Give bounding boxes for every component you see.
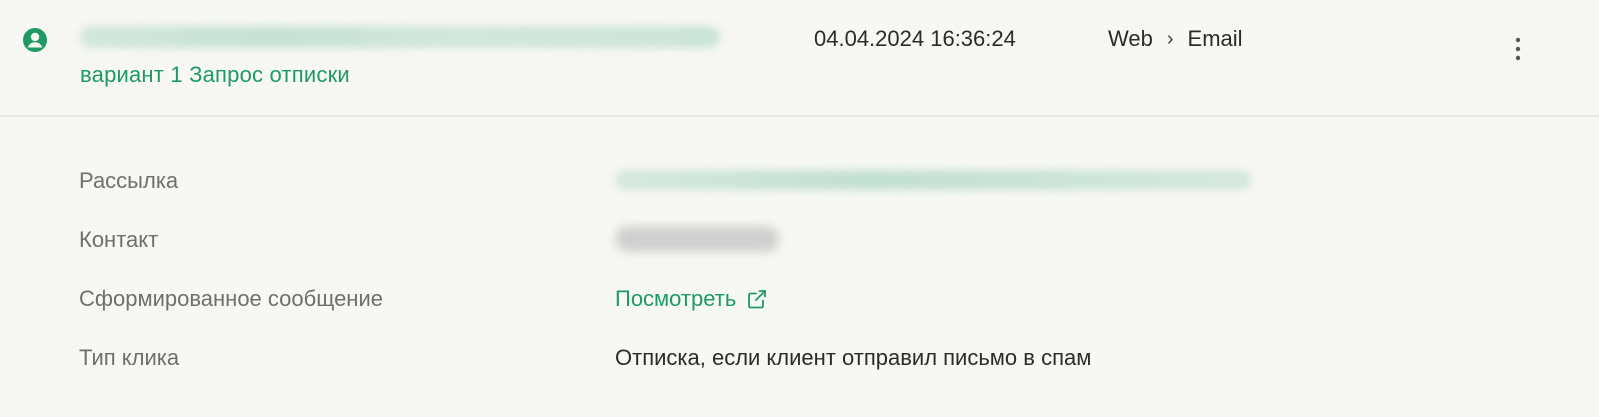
channel-to: Email [1187,26,1243,51]
user-circle-icon [23,28,47,52]
event-datetime: 04.04.2024 16:36:24 [814,26,1016,51]
more-vertical-icon[interactable] [1508,32,1528,66]
mailing-value-redacted [615,170,1251,190]
label-contact: Контакт [79,227,159,252]
redacted-campaign-name [80,26,720,48]
variant-label: вариант 1 Запрос отписки [80,62,350,87]
label-generated-message: Сформированное сообщение [79,286,383,311]
channel-from: Web [1108,26,1153,51]
event-header: вариант 1 Запрос отписки 04.04.2024 16:3… [0,0,1599,117]
label-mailing: Рассылка [79,168,179,193]
view-message-link[interactable]: Посмотреть [615,286,768,312]
label-click-type: Тип клика [79,345,180,370]
click-type-value: Отписка, если клиент отправил письмо в с… [615,345,1092,370]
channel-path: Web › Email [1108,26,1243,52]
contact-value-redacted [615,226,779,252]
external-link-icon [748,290,767,309]
chevron-right-icon: › [1166,27,1174,50]
view-link[interactable]: Посмотреть [615,286,768,312]
view-link-label: Посмотреть [615,286,737,311]
